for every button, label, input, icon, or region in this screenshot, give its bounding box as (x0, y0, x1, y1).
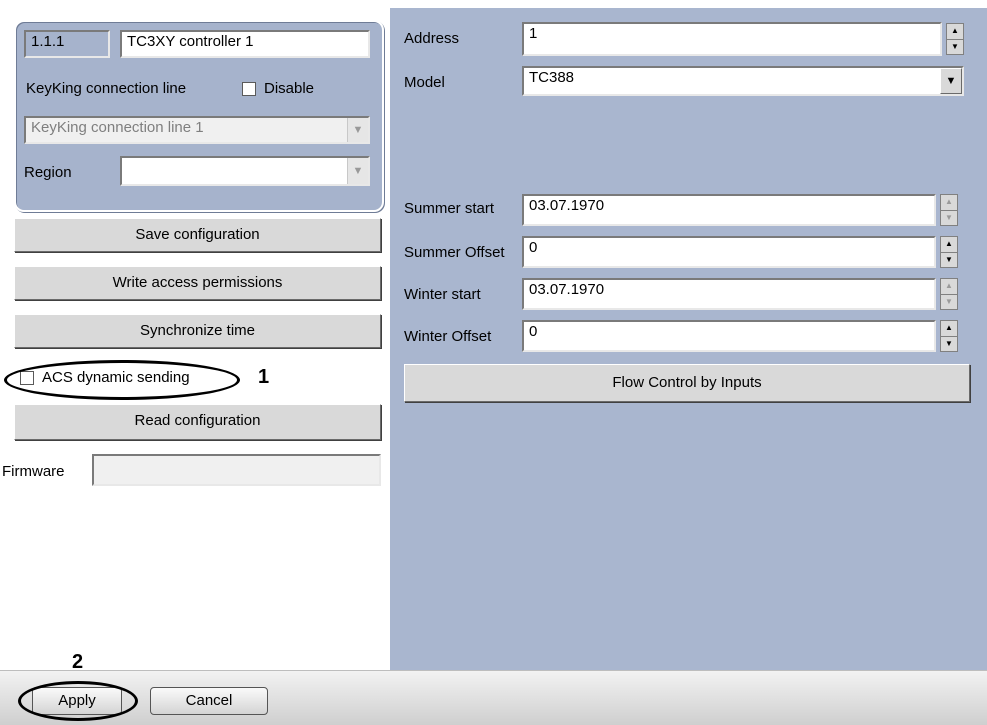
device-group-box: 1.1.1 TC3XY controller 1 KeyKing connect… (14, 20, 384, 212)
winter-start-spinner[interactable]: ▲ ▼ (940, 278, 958, 310)
summer-offset-spinner[interactable]: ▲ ▼ (940, 236, 958, 268)
connection-line-select[interactable]: KeyKing connection line 1 ▼ (24, 116, 370, 144)
summer-start-label: Summer start (404, 200, 495, 217)
winter-offset-label: Winter Offset (404, 328, 492, 345)
spin-down-icon[interactable]: ▼ (947, 38, 963, 55)
top-strip (0, 0, 987, 8)
highlight-ellipse-2 (18, 681, 138, 721)
save-configuration-button[interactable]: Save configuration (14, 218, 381, 252)
cancel-button[interactable]: Cancel (150, 687, 268, 715)
address-spinner[interactable]: ▲ ▼ (946, 23, 964, 55)
spin-up-icon[interactable]: ▲ (941, 321, 957, 336)
highlight-ellipse-1 (4, 360, 240, 400)
spin-down-icon[interactable]: ▼ (941, 293, 957, 310)
device-id-field: 1.1.1 (24, 30, 110, 58)
winter-start-label: Winter start (404, 286, 481, 303)
spin-down-icon[interactable]: ▼ (941, 209, 957, 226)
winter-offset-spinner[interactable]: ▲ ▼ (940, 320, 958, 352)
summer-start-spinner[interactable]: ▲ ▼ (940, 194, 958, 226)
connection-line-label: KeyKing connection line (26, 80, 187, 97)
write-access-permissions-button[interactable]: Write access permissions (14, 266, 381, 300)
winter-start-input[interactable]: 03.07.1970 (522, 278, 936, 310)
spin-up-icon[interactable]: ▲ (941, 195, 957, 210)
firmware-label: Firmware (2, 463, 65, 480)
summer-offset-input[interactable]: 0 (522, 236, 936, 268)
bottom-action-bar: 2 Apply Cancel (0, 651, 987, 725)
summer-offset-label: Summer Offset (404, 244, 505, 261)
annotation-marker-1: 1 (258, 366, 270, 388)
firmware-field (92, 454, 381, 486)
connection-line-value: KeyKing connection line 1 (31, 119, 204, 136)
chevron-down-icon: ▼ (347, 118, 368, 142)
model-select[interactable]: TC388 ▼ (522, 66, 964, 96)
annotation-marker-2: 2 (72, 651, 84, 673)
disable-checkbox[interactable] (242, 82, 256, 96)
chevron-down-icon: ▼ (347, 158, 368, 184)
model-value: TC388 (529, 69, 575, 86)
spin-up-icon[interactable]: ▲ (947, 24, 963, 39)
spin-down-icon[interactable]: ▼ (941, 335, 957, 352)
spin-up-icon[interactable]: ▲ (941, 279, 957, 294)
synchronize-time-button[interactable]: Synchronize time (14, 314, 381, 348)
region-label: Region (24, 164, 72, 181)
disable-label: Disable (264, 80, 315, 97)
region-select[interactable]: ▼ (120, 156, 370, 186)
left-panel: 1.1.1 TC3XY controller 1 KeyKing connect… (0, 8, 390, 670)
winter-offset-input[interactable]: 0 (522, 320, 936, 352)
read-configuration-button[interactable]: Read configuration (14, 404, 381, 440)
address-input[interactable]: 1 (522, 22, 942, 56)
right-panel: Address 1 ▲ ▼ Model TC388 ▼ Summer start … (390, 8, 987, 670)
flow-control-button[interactable]: Flow Control by Inputs (404, 364, 970, 402)
device-name-input[interactable]: TC3XY controller 1 (120, 30, 370, 58)
chevron-down-icon[interactable]: ▼ (940, 68, 962, 94)
spin-up-icon[interactable]: ▲ (941, 237, 957, 252)
spin-down-icon[interactable]: ▼ (941, 251, 957, 268)
address-label: Address (404, 30, 460, 47)
model-label: Model (404, 74, 445, 91)
summer-start-input[interactable]: 03.07.1970 (522, 194, 936, 226)
